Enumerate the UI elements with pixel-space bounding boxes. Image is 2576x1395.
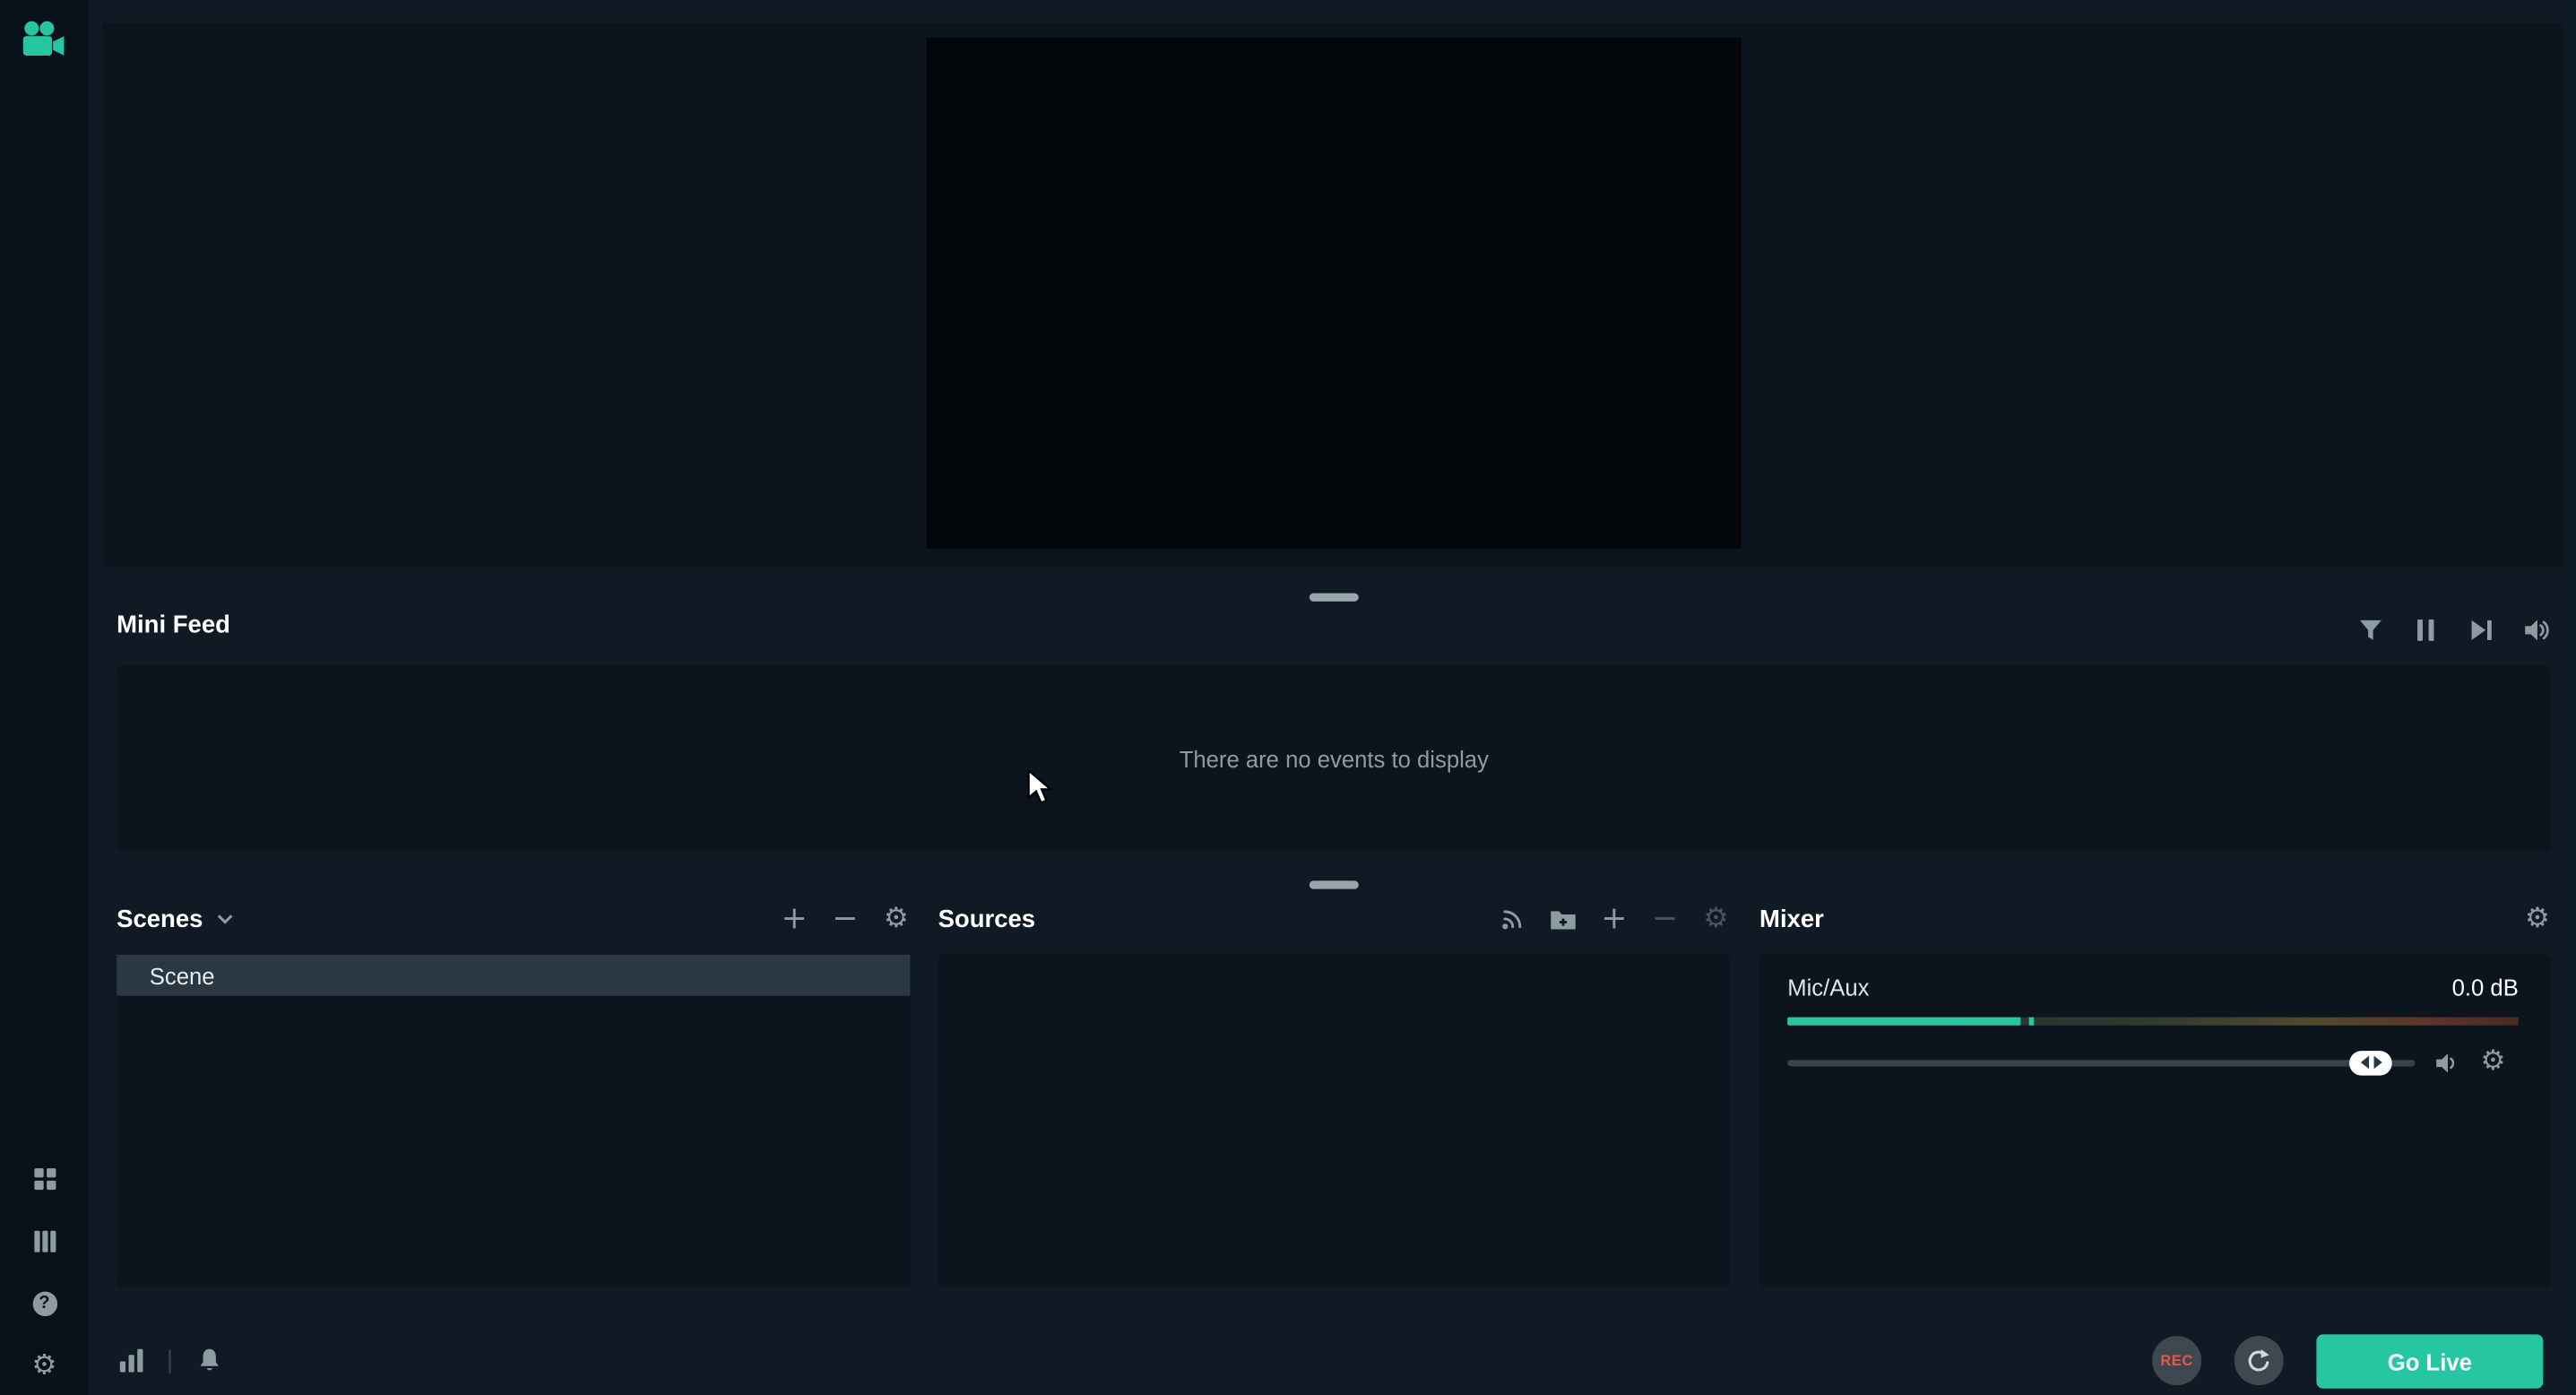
streamlabs-logo-icon[interactable] [20, 18, 65, 61]
app-window: ? ⚙ Mini Feed [0, 0, 2576, 1395]
mini-feed-panel: There are no events to display [117, 665, 2551, 851]
footer-left-icons: | [117, 1344, 223, 1377]
remove-scene-icon[interactable]: − [831, 905, 859, 932]
add-source-icon[interactable]: + [1600, 905, 1628, 932]
scene-name: Scene [150, 962, 215, 988]
gear-glyph: ⚙ [32, 1352, 57, 1380]
chevron-down-icon[interactable] [216, 913, 232, 924]
scenes-panel: Scene [117, 955, 910, 1287]
scenes-title: Scenes [117, 905, 203, 932]
mini-feed-title: Mini Feed [117, 611, 230, 639]
help-icon[interactable]: ? [30, 1288, 59, 1318]
replay-buffer-button[interactable] [2235, 1336, 2284, 1385]
mini-feed-toolbar [2356, 613, 2551, 646]
mixer-channel-row: Mic/Aux 0.0 dB [1787, 975, 2519, 1001]
channel-settings-gear-icon[interactable]: ⚙ [2479, 1048, 2507, 1076]
filter-icon[interactable] [2356, 615, 2383, 643]
go-live-label: Go Live [2388, 1348, 2472, 1374]
volume-meter-level [1787, 1018, 2021, 1026]
sidebar: ? ⚙ [0, 0, 89, 1395]
slider-arrow-right-icon [2373, 1056, 2382, 1070]
scenes-header: Scenes + − ⚙ [117, 897, 910, 940]
slider-arrow-left-icon [2360, 1056, 2368, 1070]
add-widget-icon[interactable] [1499, 905, 1526, 932]
scene-settings-gear-icon[interactable]: ⚙ [882, 905, 910, 932]
performance-stats-icon[interactable] [117, 1347, 144, 1374]
sidebar-bottom-icons: ? ⚙ [0, 1164, 89, 1381]
record-button-label: REC [2160, 1352, 2192, 1368]
question-glyph: ? [32, 1291, 56, 1315]
add-scene-icon[interactable]: + [781, 905, 808, 932]
volume-slider-track[interactable] [1787, 1059, 2415, 1065]
notifications-bell-icon[interactable] [195, 1347, 223, 1374]
mixer-title: Mixer [1759, 905, 1824, 932]
resize-handle-bottom[interactable] [1310, 880, 1359, 888]
add-folder-icon[interactable] [1549, 905, 1577, 932]
mixer-settings-gear-icon[interactable]: ⚙ [2523, 905, 2551, 932]
mixer-header: Mixer ⚙ [1759, 897, 2551, 940]
volume-meter [1787, 1018, 2519, 1026]
mixer-channel-name: Mic/Aux [1787, 975, 1869, 1001]
dashboard-grid-icon[interactable] [30, 1164, 59, 1193]
source-properties-gear-icon[interactable]: ⚙ [1702, 905, 1730, 932]
pause-icon[interactable] [2412, 615, 2440, 643]
footer-divider: | [166, 1349, 174, 1373]
settings-gear-icon[interactable]: ⚙ [30, 1351, 59, 1381]
mixer-actions: ⚙ [2523, 905, 2551, 932]
mute-speaker-icon[interactable] [2433, 1048, 2461, 1076]
sources-header: Sources + − ⚙ [938, 897, 1730, 940]
mixer-channel-db-value: 0.0 dB [2452, 975, 2519, 1001]
mixer-panel: Mic/Aux 0.0 dB ⚙ [1759, 955, 2551, 1287]
speaker-icon[interactable] [2523, 615, 2551, 643]
mini-feed-empty-text: There are no events to display [1180, 745, 1489, 771]
sources-actions: + − ⚙ [1499, 905, 1730, 932]
scenes-actions: + − ⚙ [781, 905, 911, 932]
skip-next-icon[interactable] [2468, 615, 2495, 643]
video-preview-canvas[interactable] [927, 38, 1742, 549]
volume-slider-handle[interactable] [2350, 1050, 2393, 1074]
go-live-button[interactable]: Go Live [2316, 1334, 2543, 1388]
remove-source-icon[interactable]: − [1651, 905, 1679, 932]
record-button[interactable]: REC [2152, 1336, 2201, 1385]
sources-panel[interactable] [938, 955, 1730, 1287]
editor-display-area[interactable] [102, 23, 2563, 568]
volume-slider-row: ⚙ [1787, 1048, 2528, 1076]
resize-handle-top[interactable] [1310, 594, 1359, 602]
volume-meter-peak [2028, 1018, 2033, 1026]
layout-columns-icon[interactable] [30, 1226, 59, 1255]
scene-list-item[interactable]: Scene [117, 955, 910, 996]
sources-title: Sources [938, 905, 1036, 932]
